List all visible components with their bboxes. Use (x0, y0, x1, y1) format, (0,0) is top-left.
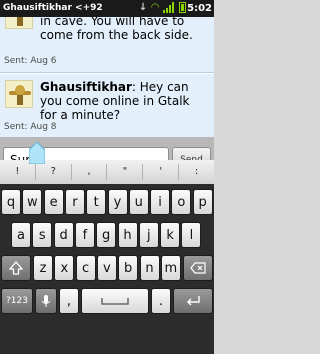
key-k[interactable]: k (160, 222, 181, 248)
symbols-key-label: ?123 (6, 296, 28, 306)
battery-icon (179, 2, 186, 13)
key-c[interactable]: c (75, 255, 96, 281)
message-item[interactable]: in cave. You will have to come from the … (0, 17, 214, 73)
message-timestamp: Sent: Aug 6 (4, 56, 57, 66)
key-o[interactable]: o (171, 189, 192, 215)
status-bar: Ghausiftikhar <+92 ↓ ◠ 5:02 (0, 0, 214, 17)
key-m[interactable]: m (160, 255, 181, 281)
wifi-icon: ◠ (151, 1, 159, 13)
message-text: in cave. You will have to come from the … (40, 17, 193, 42)
key-p[interactable]: p (192, 189, 213, 215)
symbols-key[interactable]: ?123 (1, 288, 33, 314)
key-h[interactable]: h (117, 222, 138, 248)
key-comma[interactable]: , (59, 288, 79, 314)
suggestion-item[interactable]: ! (0, 164, 36, 180)
soft-keyboard: ! ? , " ' : q w e r t y u i o p a s d f g h j k l z x c v b n m ?1… (0, 160, 214, 354)
delete-icon[interactable] (183, 255, 213, 281)
space-icon[interactable] (81, 288, 149, 314)
clock: 5:02 (187, 3, 212, 14)
key-w[interactable]: w (22, 189, 43, 215)
key-v[interactable]: v (96, 255, 117, 281)
key-n[interactable]: n (139, 255, 160, 281)
key-i[interactable]: i (150, 189, 171, 215)
key-j[interactable]: j (138, 222, 159, 248)
status-icons: ↓ ◠ (139, 2, 186, 13)
mic-icon[interactable] (35, 288, 57, 314)
key-f[interactable]: f (74, 222, 95, 248)
key-g[interactable]: g (96, 222, 117, 248)
key-period[interactable]: . (151, 288, 171, 314)
key-e[interactable]: e (43, 189, 64, 215)
text-cursor-handle[interactable] (29, 142, 45, 164)
signal-icon (163, 2, 175, 13)
return-icon[interactable] (173, 288, 213, 314)
key-a[interactable]: a (11, 222, 31, 248)
suggestion-item[interactable]: ? (36, 164, 72, 180)
key-z[interactable]: z (33, 255, 53, 281)
message-timestamp: Sent: Aug 8 (4, 122, 57, 132)
avatar (5, 80, 33, 108)
key-b[interactable]: b (118, 255, 139, 281)
message-list[interactable]: in cave. You will have to come from the … (0, 17, 214, 137)
avatar (5, 17, 33, 29)
key-t[interactable]: t (86, 189, 107, 215)
key-r[interactable]: r (64, 189, 85, 215)
download-icon: ↓ (138, 1, 148, 13)
suggestion-item[interactable]: ' (143, 164, 180, 180)
key-u[interactable]: u (128, 189, 149, 215)
message-sender: Ghausiftikhar (40, 80, 132, 94)
shift-icon[interactable] (1, 255, 31, 281)
suggestion-item[interactable]: : (179, 164, 214, 180)
message-item[interactable]: Ghausiftikhar: Hey can you come online i… (0, 74, 214, 137)
message-text: Ghausiftikhar: Hey can you come online i… (40, 80, 208, 122)
key-d[interactable]: d (53, 222, 74, 248)
suggestion-item[interactable]: , (72, 164, 108, 180)
key-s[interactable]: s (32, 222, 53, 248)
key-y[interactable]: y (107, 189, 128, 215)
key-q[interactable]: q (1, 189, 21, 215)
suggestion-item[interactable]: " (107, 164, 144, 180)
key-x[interactable]: x (54, 255, 75, 281)
key-l[interactable]: l (181, 222, 202, 248)
notification-title: Ghausiftikhar <+92 (3, 3, 103, 13)
